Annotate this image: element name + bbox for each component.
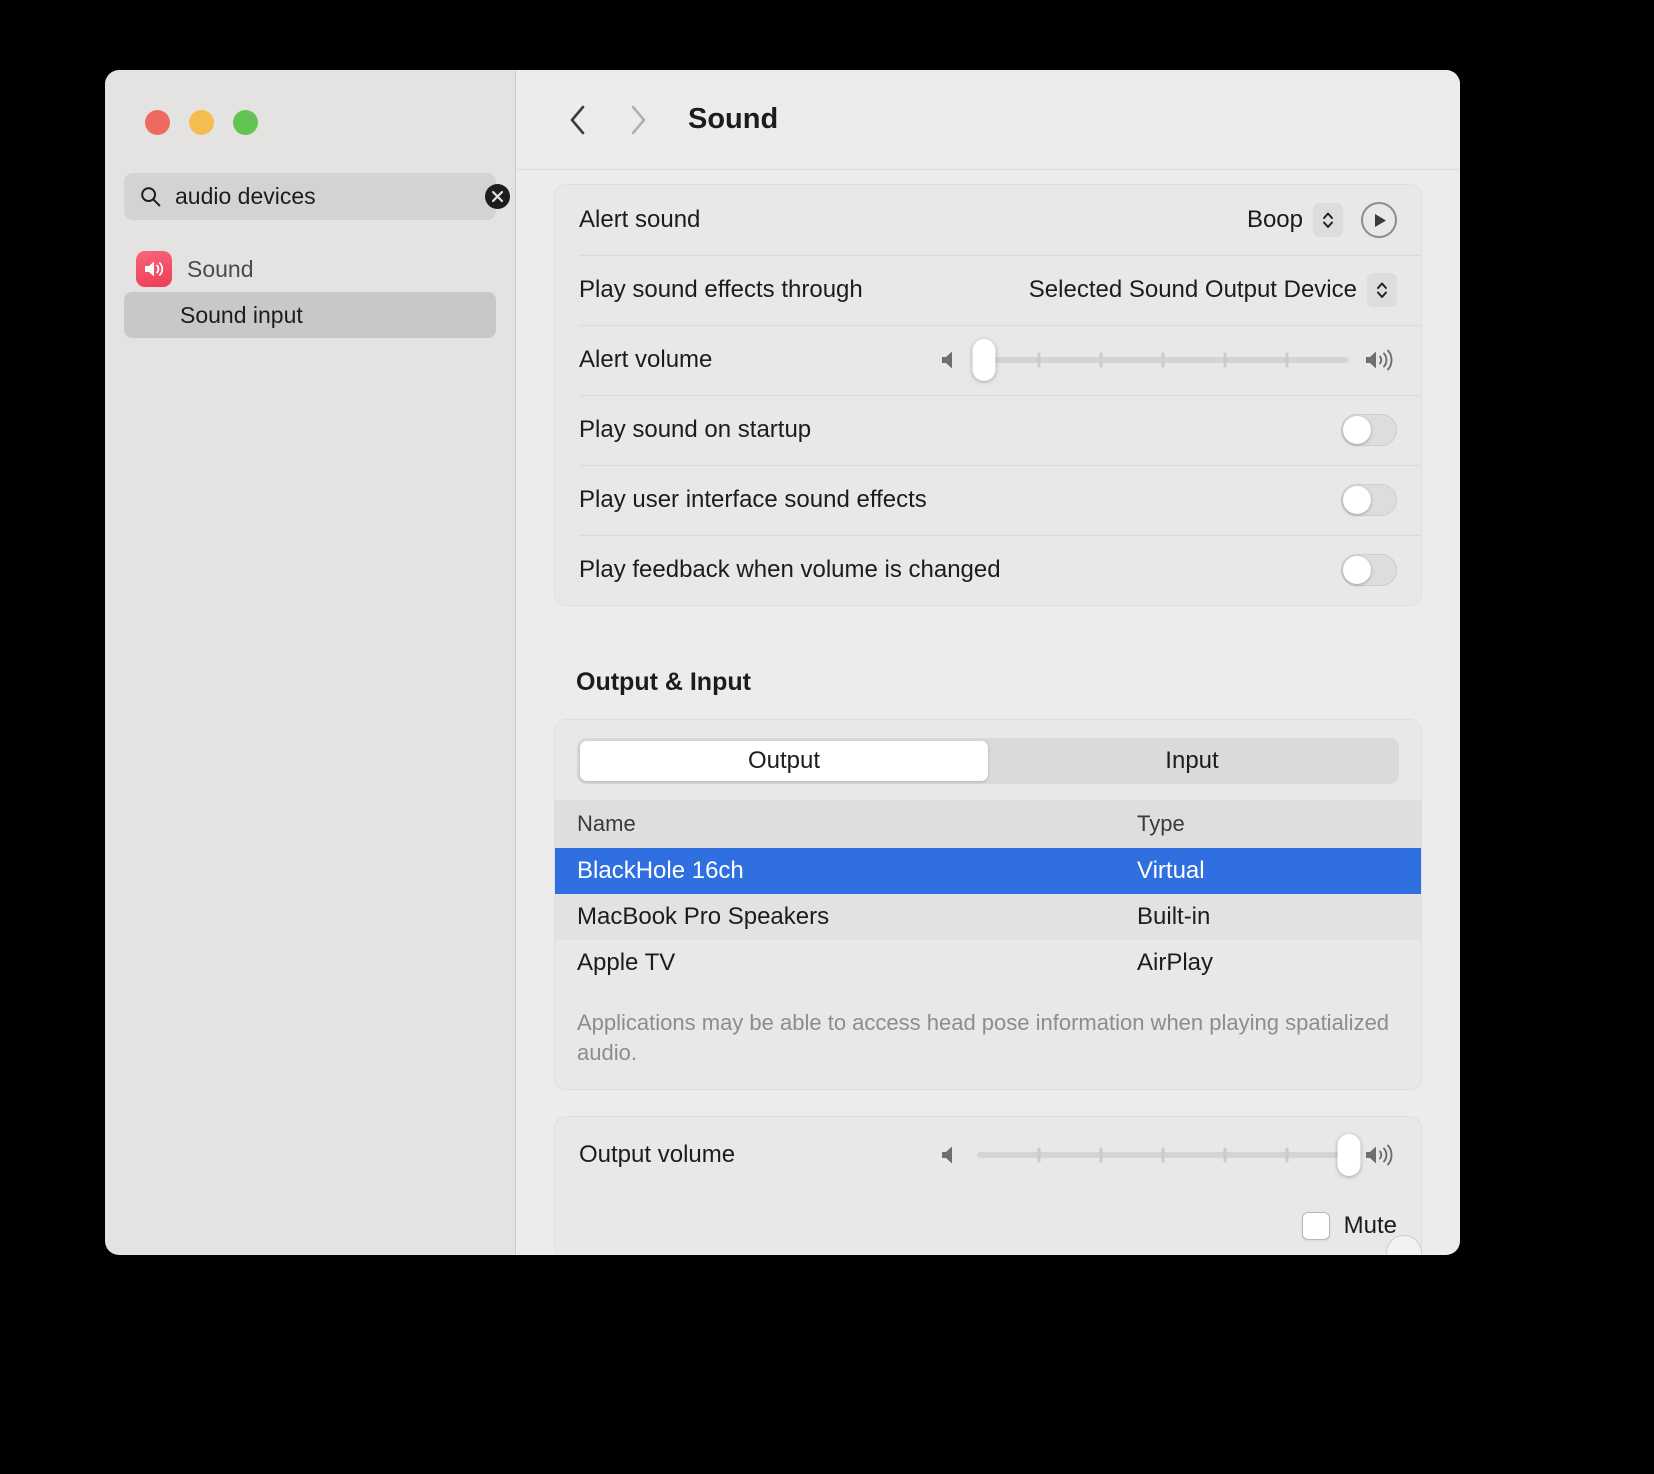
mute-label: Mute <box>1343 1212 1397 1240</box>
play-ui-sound-effects-row: Play user interface sound effects <box>555 465 1421 535</box>
device-name: Apple TV <box>577 949 676 976</box>
sidebar-item-label: Sound <box>187 255 254 282</box>
play-volume-feedback-toggle[interactable] <box>1341 554 1397 586</box>
tab-output[interactable]: Output <box>580 741 988 781</box>
output-volume-track[interactable] <box>977 1134 1361 1177</box>
play-icon <box>1372 213 1387 228</box>
device-type: AirPlay <box>1137 949 1214 976</box>
clear-search-button[interactable] <box>485 184 510 209</box>
play-alert-sound-button[interactable] <box>1361 202 1397 238</box>
table-row[interactable]: MacBook Pro Speakers Built-in <box>555 894 1421 940</box>
play-sound-on-startup-row: Play sound on startup <box>555 395 1421 465</box>
tab-input[interactable]: Input <box>988 741 1396 781</box>
play-volume-feedback-row: Play feedback when volume is changed <box>555 535 1421 605</box>
slider-knob[interactable] <box>1337 1134 1361 1177</box>
page-title: Sound <box>688 103 779 135</box>
slider-tick <box>1099 1147 1103 1163</box>
slider-tick <box>1099 352 1103 368</box>
table-row[interactable]: BlackHole 16ch Virtual <box>555 848 1421 894</box>
alert-volume-row: Alert volume <box>555 325 1421 395</box>
slider-tick <box>1285 352 1289 368</box>
search-field[interactable] <box>124 173 510 220</box>
output-input-section-title: Output & Input <box>576 668 751 696</box>
sidebar-item-label: Sound input <box>180 301 303 328</box>
mute-checkbox[interactable] <box>1301 1212 1330 1241</box>
search-input[interactable] <box>175 183 471 210</box>
titlebar: Sound <box>516 70 1460 170</box>
column-header-type: Type <box>1137 811 1185 836</box>
chevron-up-down-icon <box>1367 273 1397 307</box>
column-header-name: Name <box>577 811 636 836</box>
system-settings-window: Sound Sound input Sound <box>105 70 1460 1255</box>
back-button[interactable] <box>556 98 600 142</box>
search-results-list: Sound Sound input <box>105 246 515 338</box>
forward-button[interactable] <box>616 98 660 142</box>
play-sound-on-startup-label: Play sound on startup <box>579 416 812 443</box>
chevron-up-down-icon <box>1313 203 1343 237</box>
slider-tick <box>1161 352 1165 368</box>
sound-effects-group: Alert sound Boop Play sound effects thro… <box>554 184 1422 606</box>
device-name: BlackHole 16ch <box>577 857 744 884</box>
output-volume-group: Output volume Mute <box>554 1116 1422 1255</box>
output-volume-label: Output volume <box>579 1141 736 1169</box>
speaker-high-icon <box>1365 1143 1397 1167</box>
slider-tick <box>1037 1147 1041 1163</box>
slider-tick <box>1285 1147 1289 1163</box>
output-volume-slider[interactable] <box>939 1134 1397 1177</box>
slider-tick <box>1161 1147 1165 1163</box>
settings-scroll-area[interactable]: Alert sound Boop Play sound effects thro… <box>516 170 1460 1255</box>
spatial-audio-note: Applications may be able to access head … <box>577 1010 1390 1065</box>
sidebar-item-sound[interactable]: Sound <box>124 246 496 292</box>
device-type: Virtual <box>1137 857 1205 884</box>
alert-volume-label: Alert volume <box>579 346 713 373</box>
play-effects-through-popup[interactable]: Selected Sound Output Device <box>1029 273 1397 307</box>
slider-tick <box>1223 352 1227 368</box>
play-ui-sound-effects-toggle[interactable] <box>1341 484 1397 516</box>
alert-sound-value: Boop <box>1246 206 1303 233</box>
output-input-group: Output Input Name Type BlackHole 16ch Vi… <box>554 719 1422 1091</box>
alert-sound-popup[interactable]: Boop <box>1247 203 1343 237</box>
play-effects-through-value: Selected Sound Output Device <box>1028 276 1357 303</box>
alert-volume-track[interactable] <box>972 339 1349 381</box>
sidebar-item-sound-input[interactable]: Sound input <box>124 292 496 338</box>
slider-knob[interactable] <box>972 339 996 381</box>
slider-tick <box>1037 352 1041 368</box>
speaker-low-icon <box>939 348 961 372</box>
sound-app-icon <box>136 251 172 287</box>
play-effects-through-label: Play sound effects through <box>579 276 863 303</box>
device-type: Built-in <box>1137 903 1211 930</box>
maximize-button[interactable] <box>233 110 258 135</box>
alert-sound-label: Alert sound <box>579 206 701 233</box>
slider-tick <box>1223 1147 1227 1163</box>
toggle-thumb <box>1343 556 1371 584</box>
play-effects-through-row: Play sound effects through Selected Soun… <box>555 255 1421 325</box>
minimize-button[interactable] <box>189 110 214 135</box>
detail-pane: Sound Alert sound Boop Play sound effect… <box>515 70 1460 1255</box>
device-table-header: Name Type <box>555 800 1421 848</box>
toggle-thumb <box>1343 486 1371 514</box>
alert-sound-row: Alert sound Boop <box>555 185 1421 255</box>
output-volume-row: Output volume <box>555 1117 1421 1193</box>
alert-volume-slider[interactable] <box>939 339 1397 381</box>
output-input-segmented-control: Output Input <box>577 738 1399 784</box>
play-ui-sound-effects-label: Play user interface sound effects <box>579 486 927 513</box>
toggle-thumb <box>1343 416 1371 444</box>
play-sound-on-startup-toggle[interactable] <box>1341 414 1397 446</box>
play-volume-feedback-label: Play feedback when volume is changed <box>579 556 1001 583</box>
speaker-high-icon <box>1365 348 1397 372</box>
mute-row: Mute <box>555 1193 1421 1255</box>
device-name: MacBook Pro Speakers <box>577 903 830 930</box>
table-row[interactable]: Apple TV AirPlay <box>555 940 1421 986</box>
sidebar: Sound Sound input <box>105 70 515 1255</box>
device-table: Name Type BlackHole 16ch Virtual MacBook… <box>555 800 1421 986</box>
traffic-light-controls <box>105 70 515 135</box>
speaker-low-icon <box>939 1143 961 1167</box>
search-icon <box>140 186 161 207</box>
close-button[interactable] <box>145 110 170 135</box>
